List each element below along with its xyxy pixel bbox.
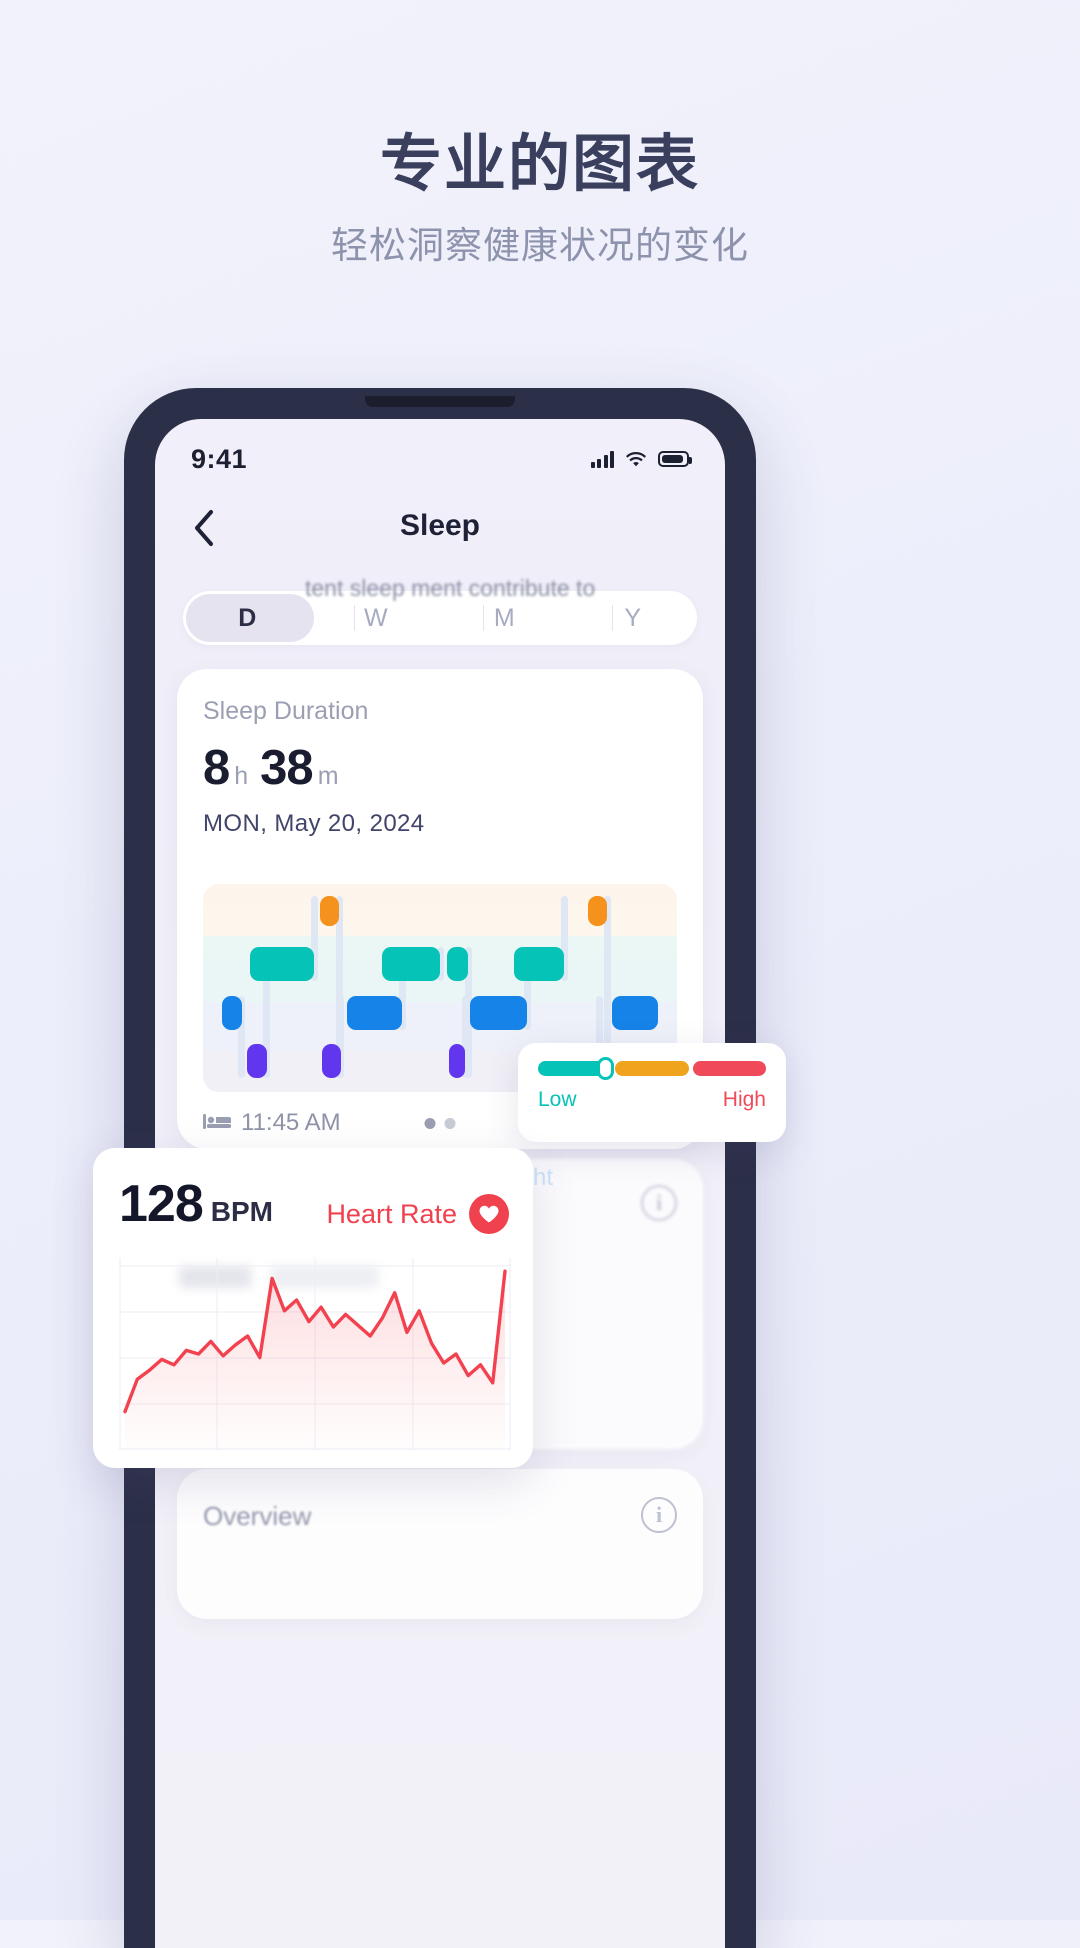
stage-bar-deep[interactable] (247, 1044, 267, 1078)
tab-year[interactable]: Y (569, 591, 698, 645)
heart-rate-line-chart[interactable] (119, 1258, 511, 1450)
sleep-minutes: 38 (260, 741, 314, 795)
chart-pager[interactable] (424, 1117, 456, 1129)
pager-dot-active[interactable] (424, 1117, 436, 1129)
stage-bar-awake[interactable] (320, 896, 340, 926)
stage-bar-deep[interactable] (448, 1044, 466, 1078)
heart-rate-value: 128 BPM (119, 1174, 273, 1234)
battery-icon (658, 451, 692, 467)
heart-rate-number: 128 (119, 1175, 204, 1233)
wifi-icon (625, 451, 647, 468)
heart-rate-title-group: Heart Rate (326, 1194, 509, 1234)
intensity-labels: Low High (538, 1088, 766, 1112)
page-title: 专业的图表 (379, 130, 700, 199)
intensity-high-label: High (722, 1088, 766, 1111)
tab-month[interactable]: M (440, 591, 569, 645)
stage-bar-rem[interactable] (250, 947, 315, 981)
stage-bar-light[interactable] (469, 996, 528, 1030)
intensity-legend-card: Low High (518, 1043, 786, 1142)
pager-dot[interactable] (444, 1117, 456, 1129)
stage-bar-light[interactable] (347, 996, 403, 1030)
sleep-minutes-unit: m (317, 762, 339, 790)
heart-rate-card: 128 BPM Heart Rate (93, 1148, 533, 1468)
info-icon[interactable]: i (641, 1497, 677, 1533)
sleep-hours-unit: h (234, 762, 249, 790)
slider-knob[interactable] (597, 1057, 615, 1080)
stage-bar-deep[interactable] (321, 1044, 341, 1078)
heart-rate-unit: BPM (210, 1196, 273, 1227)
phone-speaker-notch (365, 396, 515, 407)
heart-icon (469, 1194, 509, 1234)
stage-bar-awake[interactable] (588, 896, 608, 926)
overview-title: Overview (203, 1501, 312, 1531)
nav-title: Sleep (399, 509, 481, 542)
tab-day[interactable]: D (183, 591, 312, 645)
sleep-duration-label: Sleep Duration (203, 697, 369, 725)
stage-bar-rem[interactable] (514, 947, 565, 981)
tab-week[interactable]: W (312, 591, 441, 645)
cellular-bars-icon (590, 450, 614, 468)
wake-time: 11:45 AM (241, 1109, 341, 1136)
status-bar: 9:41 (155, 437, 725, 481)
stage-bar-rem[interactable] (382, 947, 440, 981)
sleep-duration-value: 8 h 38 m (203, 740, 677, 796)
sleep-hours: 8 (203, 741, 230, 795)
page-subtitle: 轻松洞察健康状况的变化 (331, 225, 749, 266)
status-time: 9:41 (191, 443, 248, 474)
bed-icon (203, 1112, 231, 1135)
sleep-date: MON, May 20, 2024 (203, 810, 425, 837)
stage-bar-light[interactable] (611, 996, 658, 1030)
intensity-segment-high[interactable] (692, 1061, 766, 1076)
nav-bar: Sleep (155, 497, 725, 559)
info-icon[interactable]: i (641, 1185, 677, 1221)
intensity-slider[interactable] (538, 1057, 766, 1080)
overview-card[interactable]: Overview i (177, 1469, 703, 1619)
heart-rate-header: 128 BPM Heart Rate (119, 1174, 509, 1234)
intensity-segment-mid[interactable] (615, 1061, 689, 1076)
status-icons (590, 450, 692, 468)
heart-rate-label: Heart Rate (326, 1198, 457, 1229)
period-segmented-control[interactable]: D W M Y (183, 591, 697, 645)
intensity-low-label: Low (538, 1088, 577, 1111)
stage-bar-rem[interactable] (447, 947, 469, 981)
stage-bar-light[interactable] (222, 996, 242, 1030)
